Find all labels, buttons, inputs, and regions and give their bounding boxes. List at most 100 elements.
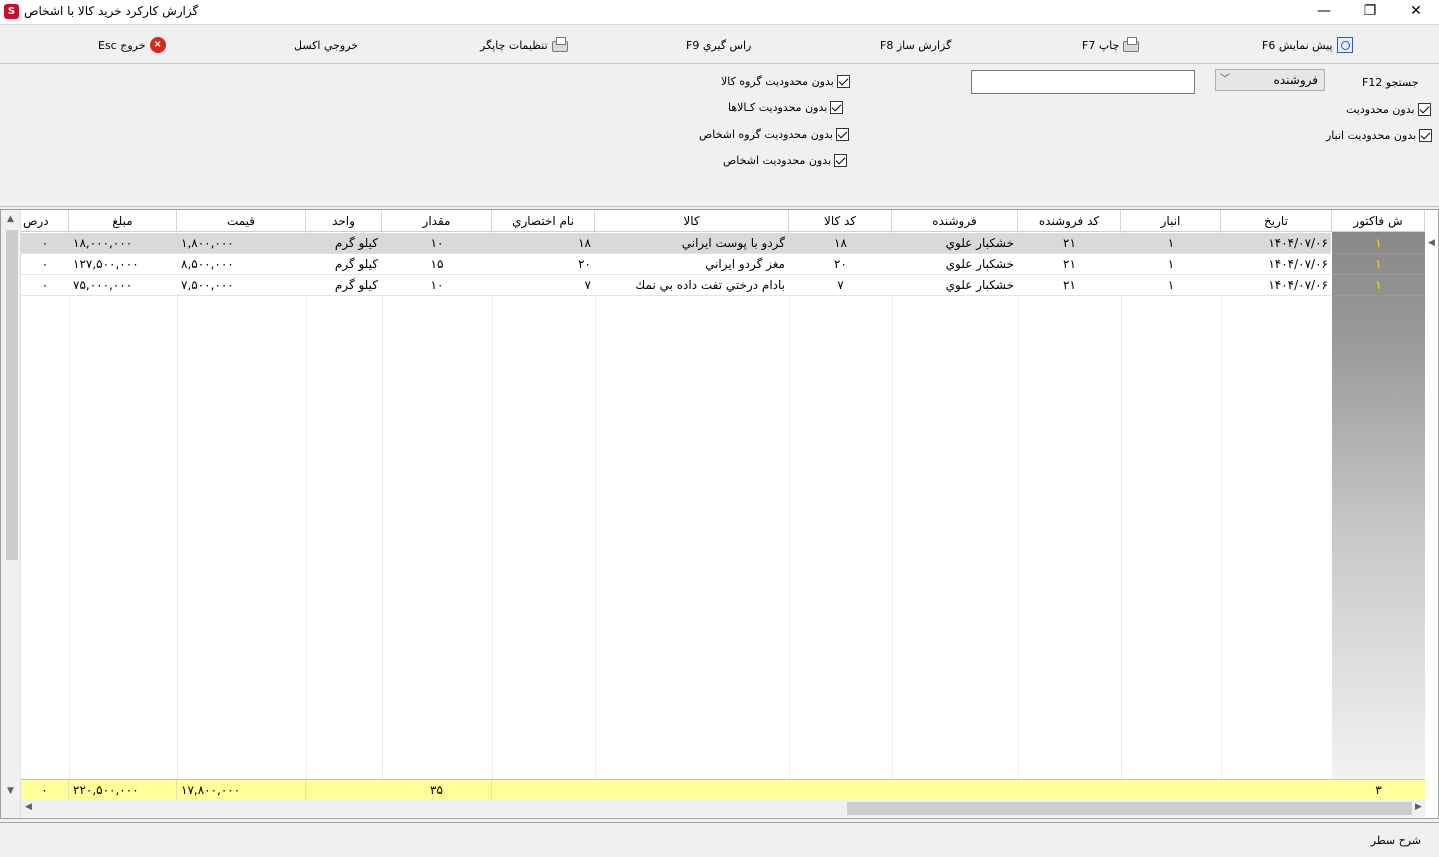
column-divider: [306, 232, 307, 780]
print-label: چاپ F7: [1082, 38, 1120, 52]
no-limit-label: بدون محدوديت: [1346, 103, 1415, 116]
column-header-percent[interactable]: درص: [21, 210, 69, 232]
data-grid[interactable]: ش فاكتور تاريخ انبار كد فروشنده فروشنده …: [0, 209, 1439, 819]
chevron-down-icon: ﹀: [1220, 74, 1230, 85]
column-header-price[interactable]: قيمت: [177, 210, 306, 232]
cell-percent: ۰: [41, 257, 49, 271]
restore-button[interactable]: ❐: [1347, 0, 1393, 24]
checkbox-checked-icon: [836, 75, 850, 88]
cell-warehouse: ۱: [1167, 278, 1175, 292]
rounding-button[interactable]: راس گيري F9: [686, 35, 751, 55]
checkbox-checked-icon: [1417, 103, 1431, 116]
column-divider: [382, 232, 383, 780]
scroll-down-icon[interactable]: ▼: [7, 786, 14, 796]
search-field-value: فروشنده: [1273, 73, 1318, 87]
column-header-unit[interactable]: واحد: [306, 210, 382, 232]
cell-amount: ۱۲۷,۵۰۰,۰۰۰: [73, 257, 139, 271]
app-logo-icon: S: [4, 4, 19, 19]
report-builder-label: گزارش ساز F8: [880, 38, 952, 52]
cell-amount: ۱۸,۰۰۰,۰۰۰: [73, 236, 133, 250]
preview-button[interactable]: پيش نمايش F6: [1262, 35, 1353, 55]
cell-date: ۱۴۰۴/۰۷/۰۶: [1268, 257, 1328, 271]
horizontal-scroll-thumb[interactable]: [847, 802, 1412, 815]
preview-label: پيش نمايش F6: [1262, 38, 1333, 52]
no-limit-goods-group-label: بدون محدوديت گروه كالا: [721, 75, 834, 88]
cell-goods: مغز گردو ايراني: [705, 257, 785, 271]
row-invoice-number: ۱: [1332, 233, 1425, 254]
total-percent: ۰: [21, 780, 69, 801]
total-quantity: ۳۵: [382, 780, 492, 801]
column-divider: [1018, 232, 1019, 780]
vertical-scrollbar[interactable]: ▲ ▼: [1, 210, 21, 818]
status-bar: شرح سطر: [0, 822, 1439, 857]
column-header-invoice[interactable]: ش فاكتور: [1332, 210, 1425, 232]
minimize-button[interactable]: —: [1301, 0, 1347, 24]
excel-export-button[interactable]: خروجي اكسل: [294, 35, 358, 55]
cell-unit: كيلو گرم: [334, 236, 378, 250]
preview-icon: [1336, 37, 1353, 53]
column-divider: [1121, 232, 1122, 780]
checkbox-checked-icon: [834, 154, 848, 167]
no-limit-goods-group-checkbox[interactable]: بدون محدوديت گروه كالا: [721, 75, 850, 88]
horizontal-scrollbar[interactable]: ◀ ▶: [21, 800, 1425, 817]
cell-goods-code: ۲۰: [834, 257, 847, 271]
cell-seller: خشكبار علوي: [945, 236, 1014, 250]
cell-warehouse: ۱: [1167, 236, 1175, 250]
total-amount: ۲۲۰,۵۰۰,۰۰۰: [69, 780, 177, 801]
scroll-right-icon[interactable]: ▶: [1415, 802, 1422, 812]
column-header-seller[interactable]: فروشنده: [892, 210, 1018, 232]
printer-settings-label: تنظيمات چاپگر: [480, 38, 548, 52]
column-header-short-name[interactable]: نام اختصاري: [492, 210, 595, 232]
exit-button[interactable]: × خروج Esc: [98, 35, 166, 55]
column-header-seller-code[interactable]: كد فروشنده: [1018, 210, 1121, 232]
totals-row: ۳ ۳۵ ۱۷,۸۰۰,۰۰۰ ۲۲۰,۵۰۰,۰۰۰ ۰: [21, 779, 1425, 801]
printer-settings-icon: [551, 37, 568, 52]
no-limit-checkbox[interactable]: بدون محدوديت: [1346, 103, 1431, 116]
search-input[interactable]: [971, 70, 1195, 94]
no-limit-warehouse-checkbox[interactable]: بدون محدوديت انبار: [1326, 129, 1433, 142]
total-price: ۱۷,۸۰۰,۰۰۰: [177, 780, 306, 801]
cell-goods: گردو با پوست ايراني: [681, 236, 785, 250]
no-limit-goods-checkbox[interactable]: بدون محدوديت كـالاها: [728, 101, 844, 114]
cell-date: ۱۴۰۴/۰۷/۰۶: [1268, 278, 1328, 292]
excel-export-label: خروجي اكسل: [294, 38, 359, 52]
cell-goods: بادام درختي تفت داده بي نمك: [635, 278, 785, 292]
column-header-amount[interactable]: مبلغ: [69, 210, 177, 232]
cell-unit: كيلو گرم: [334, 257, 378, 271]
column-header-date[interactable]: تاريخ: [1221, 210, 1332, 232]
scroll-up-icon[interactable]: ▲: [7, 214, 14, 224]
checkbox-checked-icon: [830, 101, 844, 114]
column-header-quantity[interactable]: مقدار: [382, 210, 492, 232]
no-limit-goods-label: بدون محدوديت كـالاها: [728, 101, 828, 114]
current-row-pointer-icon: ◀: [1428, 238, 1435, 248]
cell-quantity: ۱۵: [430, 257, 444, 271]
cell-unit: كيلو گرم: [334, 278, 378, 292]
column-divider: [177, 232, 178, 780]
cell-seller: خشكبار علوي: [945, 257, 1014, 271]
report-builder-button[interactable]: گزارش ساز F8: [880, 35, 951, 55]
cell-date: ۱۴۰۴/۰۷/۰۶: [1268, 236, 1328, 250]
cell-goods-code: ۷: [837, 278, 844, 292]
no-limit-persons-checkbox[interactable]: بدون محدوديت اشخاص: [723, 154, 848, 167]
cell-seller-code: ۲۱: [1063, 257, 1076, 271]
column-divider: [69, 232, 70, 780]
column-divider: [892, 232, 893, 780]
cell-seller-code: ۲۱: [1063, 236, 1076, 250]
row-description-label: شرح سطر: [1370, 834, 1421, 847]
search-label: جستجو F12: [1362, 76, 1419, 89]
search-field-select[interactable]: فروشنده ﹀: [1215, 69, 1325, 91]
row-indicator-column: [1332, 232, 1425, 780]
scroll-left-icon[interactable]: ◀: [25, 802, 32, 812]
cell-goods-code: ۱۸: [834, 236, 847, 250]
column-header-goods[interactable]: كالا: [595, 210, 789, 232]
print-button[interactable]: چاپ F7: [1082, 35, 1140, 55]
cell-short-name: ۷: [584, 278, 591, 292]
column-header-warehouse[interactable]: انبار: [1121, 210, 1221, 232]
no-limit-persons-group-checkbox[interactable]: بدون محدوديت گروه اشخاص: [699, 128, 849, 141]
printer-settings-button[interactable]: تنظيمات چاپگر: [480, 35, 568, 55]
vertical-scroll-thumb[interactable]: [6, 230, 18, 560]
exit-label: خروج Esc: [98, 38, 146, 52]
close-button[interactable]: ✕: [1393, 0, 1439, 24]
column-divider: [492, 232, 493, 780]
column-header-goods-code[interactable]: كد كالا: [789, 210, 892, 232]
